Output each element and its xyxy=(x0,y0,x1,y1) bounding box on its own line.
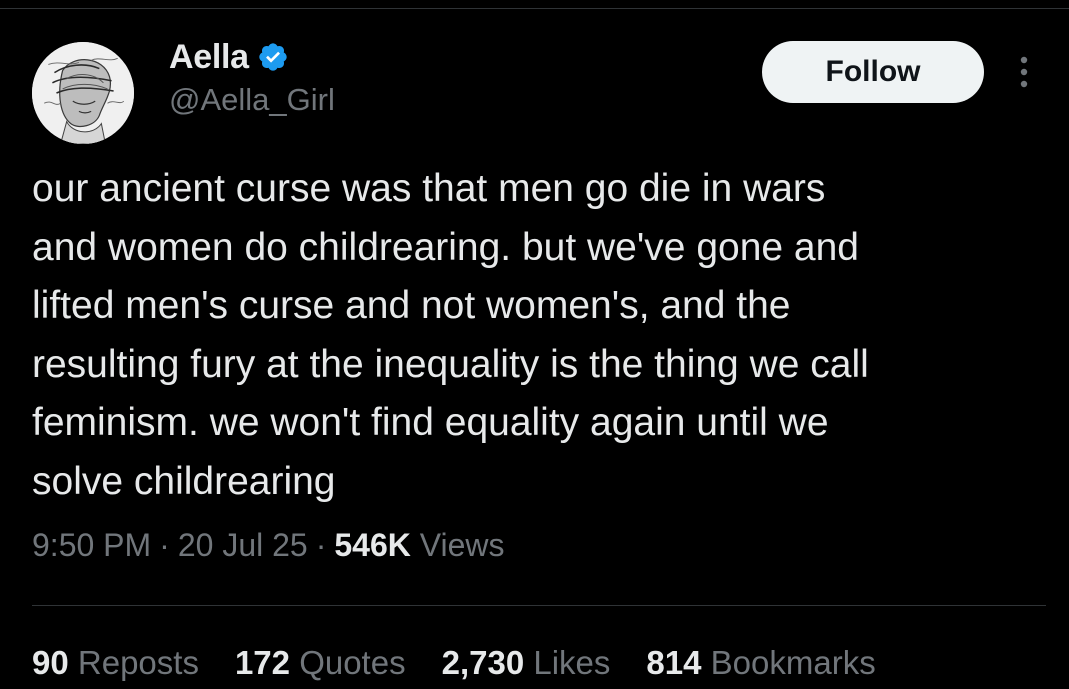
views-label: Views xyxy=(419,527,505,563)
tweet-text: our ancient curse was that men go die in… xyxy=(32,167,869,503)
follow-button[interactable]: Follow xyxy=(762,41,984,103)
views-count: 546K xyxy=(334,527,411,563)
tweet-date[interactable]: 20 Jul 25 xyxy=(178,527,308,563)
stat-label: Bookmarks xyxy=(710,644,876,681)
stats-divider xyxy=(32,605,1046,606)
stat-reposts[interactable]: 90 Reposts xyxy=(32,644,199,682)
tweet-time[interactable]: 9:50 PM xyxy=(32,527,151,563)
stat-count: 172 xyxy=(234,644,291,681)
stat-label: Likes xyxy=(533,644,611,681)
stat-count: 2,730 xyxy=(441,644,525,681)
stat-count: 814 xyxy=(646,644,702,681)
stat-likes[interactable]: 2,730 Likes xyxy=(442,644,611,682)
engagement-stats: 90 Reposts 172 Quotes 2,730 Likes 814 Bo… xyxy=(32,644,876,682)
meta-separator: · xyxy=(159,527,170,563)
author-display-name[interactable]: Aella xyxy=(169,38,249,77)
vertical-ellipsis-icon[interactable] xyxy=(1010,52,1038,92)
sketch-portrait-avatar-image xyxy=(32,42,134,144)
stat-label: Reposts xyxy=(77,644,199,681)
author-handle[interactable]: @Aella_Girl xyxy=(169,82,335,118)
meta-separator: · xyxy=(315,527,327,563)
top-divider xyxy=(0,8,1069,9)
author-name-row: Aella xyxy=(169,36,289,78)
stat-count: 90 xyxy=(32,644,69,681)
tweet-detail: Aella @Aella_Girl Follow our ancient cur… xyxy=(0,0,1069,689)
stat-bookmarks[interactable]: 814 Bookmarks xyxy=(646,644,875,682)
avatar[interactable] xyxy=(32,42,134,144)
stat-label: Quotes xyxy=(299,644,406,681)
verified-badge-icon[interactable] xyxy=(257,41,289,73)
stat-quotes[interactable]: 172 Quotes xyxy=(235,644,406,682)
tweet-meta: 9:50 PM · 20 Jul 25 · 546K Views xyxy=(32,527,505,564)
